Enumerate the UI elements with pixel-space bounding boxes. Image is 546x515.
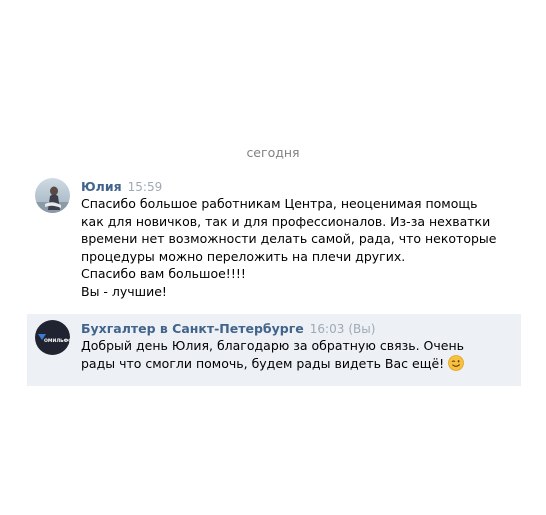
message-text-line: процедуры можно переложить на плечи друг… <box>81 248 406 264</box>
message-item[interactable]: Юлия 15:59 Спасибо большое работникам Цен… <box>27 172 521 304</box>
company-logo-avatar-icon: ОМИЛЬФО <box>35 320 70 355</box>
svg-text:ОМИЛЬФО: ОМИЛЬФО <box>44 338 70 344</box>
message-author[interactable]: Юлия <box>81 179 122 194</box>
own-message-label: (Вы) <box>348 322 376 336</box>
message-text-line: Вы - лучшие! <box>81 283 167 299</box>
message-text-line: рады что смогли помочь, будем рады видет… <box>81 354 511 376</box>
message-time[interactable]: 15:59 <box>128 180 163 194</box>
message-text-line: Добрый день Юлия, благодарю за обратную … <box>81 338 465 353</box>
message-text-line: Спасибо большое работникам Центра, неоце… <box>81 196 478 211</box>
message-text-content: рады что смогли помочь, будем рады видет… <box>81 355 445 371</box>
message-text-line: Спасибо вам большое!!!! <box>81 266 246 281</box>
user-photo-avatar-icon <box>35 178 70 213</box>
chat-history: сегодня Юлия 15:59 Спасибо большое работ… <box>0 0 546 515</box>
date-separator: сегодня <box>246 145 300 160</box>
company-avatar[interactable]: ОМИЛЬФО <box>35 320 70 355</box>
message-text-line: как для новичков, так и для профессионал… <box>81 213 491 229</box>
message-time[interactable]: 16:03 <box>310 322 345 336</box>
user-avatar[interactable] <box>35 178 70 213</box>
message-text-line: времени нет возможности делать самой, ра… <box>81 231 497 246</box>
message-author[interactable]: Бухгалтер в Санкт-Петербурге <box>81 321 304 336</box>
winking-face-emoji-icon <box>448 354 465 376</box>
message-item-own[interactable]: ОМИЛЬФО Бухгалтер в Санкт-Петербурге 16:0… <box>27 314 521 386</box>
